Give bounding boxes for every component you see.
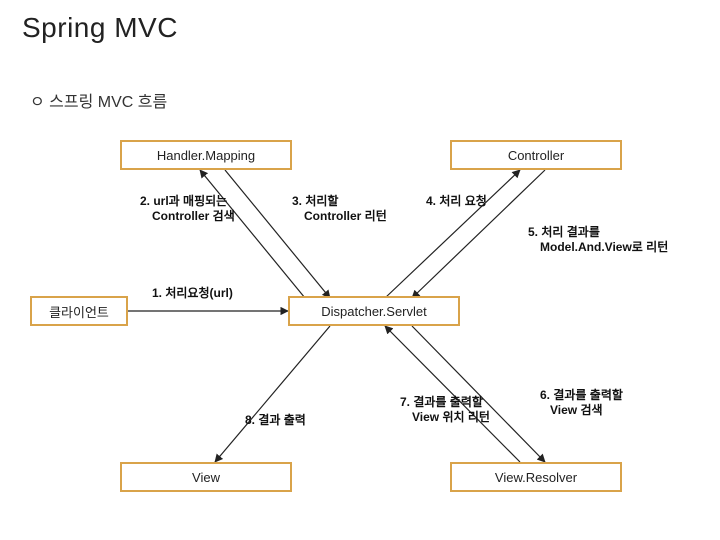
label-step-1: 1. 처리요청(url) [152,286,233,301]
box-view: View [120,462,292,492]
page-title: Spring MVC [22,12,178,44]
label-step-3-line1: 3. 처리할 [292,194,338,208]
label-step-2-line2: Controller 검색 [140,209,235,223]
label-step-6-line2: View 검색 [540,403,603,417]
label-step-7-line1: 7. 결과를 출력할 [400,395,483,409]
box-controller: Controller [450,140,622,170]
label-step-4: 4. 처리 요청 [426,194,487,209]
box-view-resolver: View.Resolver [450,462,622,492]
label-step-7: 7. 결과를 출력할 View 위치 리턴 [400,395,490,425]
label-step-3: 3. 처리할 Controller 리턴 [292,194,387,224]
box-handler-mapping: Handler.Mapping [120,140,292,170]
label-step-8: 8. 결과 출력 [245,413,306,428]
label-step-2-line1: 2. url과 매핑되는 [140,194,227,208]
box-client: 클라이언트 [30,296,128,326]
label-step-6: 6. 결과를 출력할 View 검색 [540,388,623,418]
diagram-connectors [0,0,720,540]
label-step-5: 5. 처리 결과를 Model.And.View로 리턴 [528,225,668,255]
label-step-2: 2. url과 매핑되는 Controller 검색 [140,194,235,224]
label-step-5-line2: Model.And.View로 리턴 [528,240,668,254]
label-step-3-line2: Controller 리턴 [292,209,387,223]
label-step-7-line2: View 위치 리턴 [400,410,490,424]
label-step-6-line1: 6. 결과를 출력할 [540,388,623,402]
label-step-5-line1: 5. 처리 결과를 [528,225,600,239]
box-dispatcher-servlet: Dispatcher.Servlet [288,296,460,326]
section-subtitle: ㅇ 스프링 MVC 흐름 [30,88,167,112]
